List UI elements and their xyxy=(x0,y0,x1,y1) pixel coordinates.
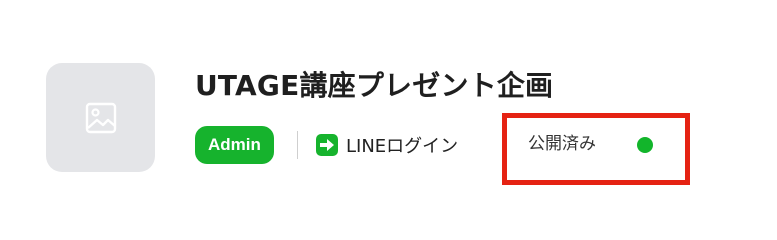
divider xyxy=(297,131,298,159)
arrow-right-icon xyxy=(316,134,338,156)
item-title[interactable]: UTAGE講座プレゼント企画 xyxy=(195,66,553,106)
admin-badge: Admin xyxy=(195,126,274,164)
thumbnail-placeholder[interactable] xyxy=(46,63,155,172)
image-icon xyxy=(85,102,116,133)
login-method: LINEログイン xyxy=(316,130,458,160)
login-method-label: LINEログイン xyxy=(346,136,459,157)
status-dot-icon xyxy=(637,137,653,153)
status-label: 公開済み xyxy=(528,134,596,154)
